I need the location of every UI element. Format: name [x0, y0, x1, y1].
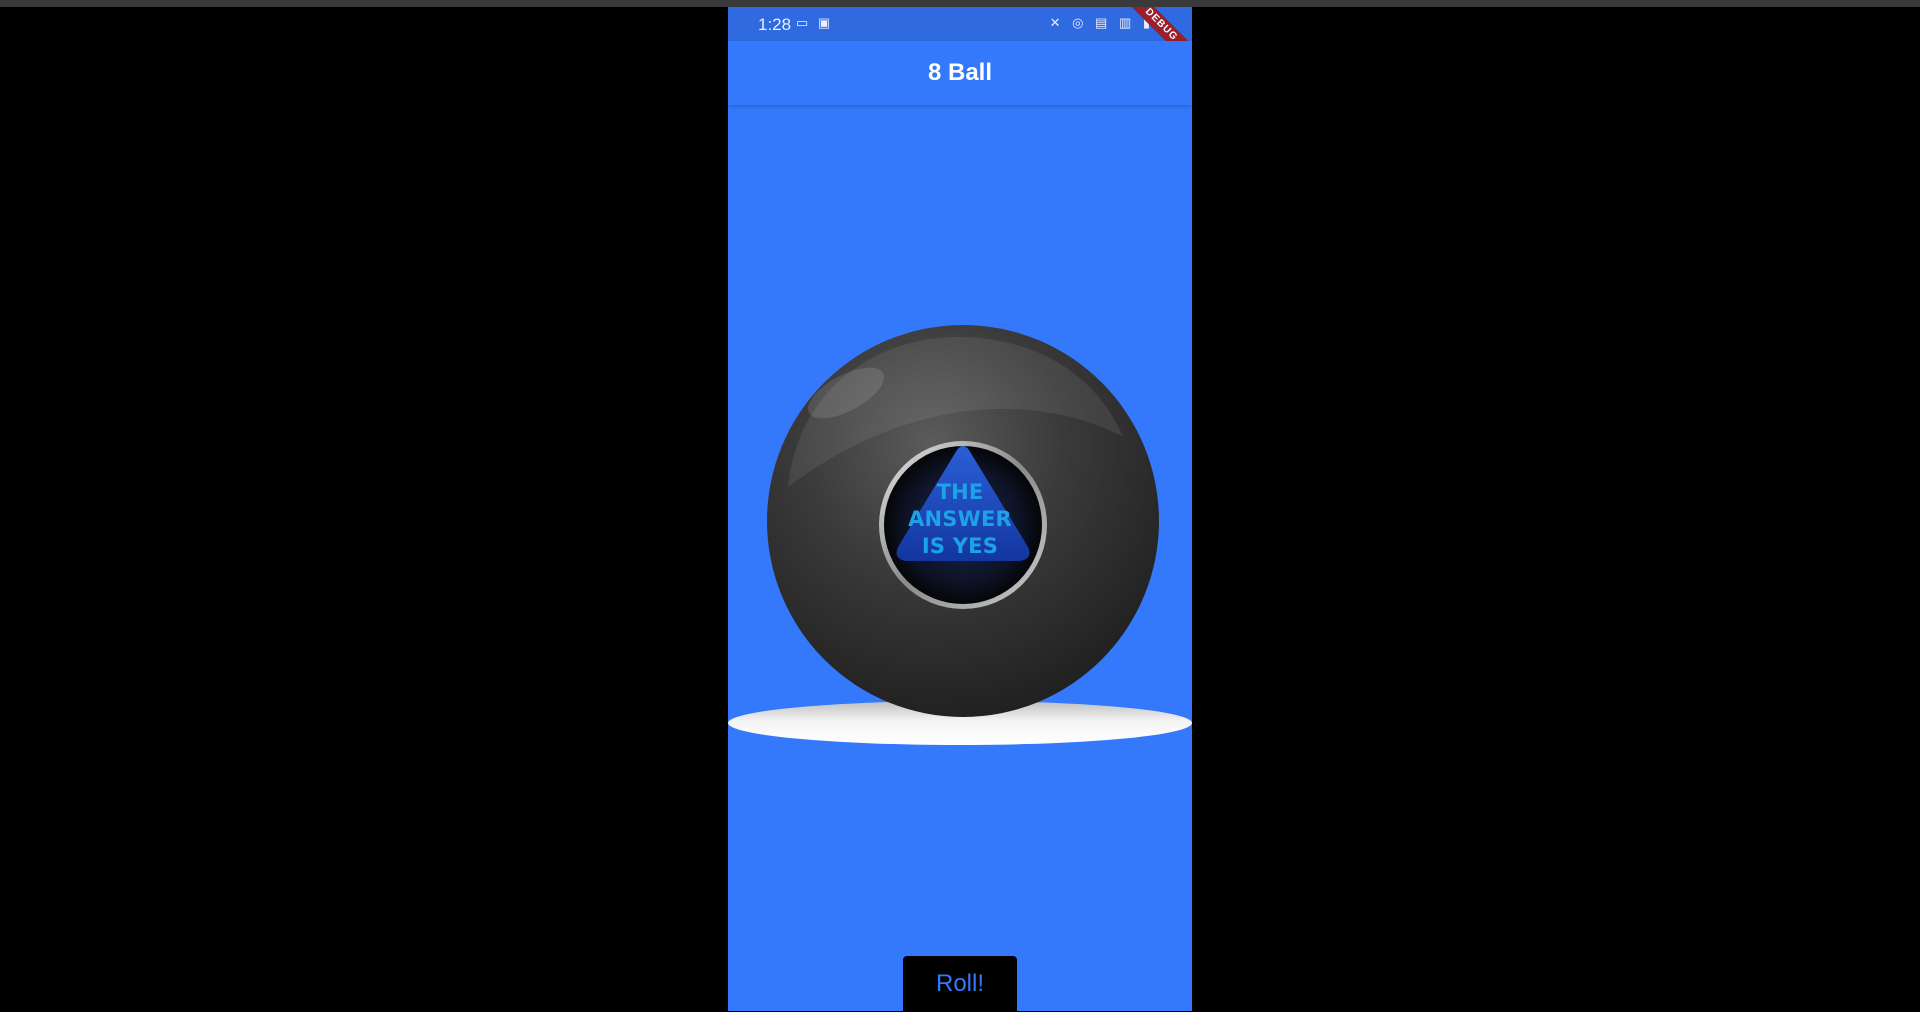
phone-screen: 1:28 ▭ ▣ ✕ ◎ ▤ ▥ ▮ DEBUG 8 Ball THE ANSW…	[728, 7, 1192, 1011]
system-status-icons: ✕ ◎ ▤ ▥ ▮	[1049, 15, 1154, 30]
answer-text: THE ANSWER IS YES	[890, 479, 1030, 560]
status-time: 1:28	[758, 15, 792, 34]
magic-8-ball: THE ANSWER IS YES	[728, 307, 1192, 747]
app-bar: 8 Ball	[728, 41, 1192, 105]
status-bar: 1:28 ▭ ▣ ✕ ◎ ▤ ▥ ▮	[728, 7, 1192, 41]
app-title: 8 Ball	[927, 59, 993, 86]
notification-icons: ▭ ▣	[796, 15, 834, 30]
answer-line-2: ANSWER	[908, 507, 1012, 531]
answer-line-3: IS YES	[921, 534, 999, 558]
answer-line-1: THE	[936, 480, 984, 504]
roll-button[interactable]: Roll!	[903, 956, 1017, 1011]
window-top-strip	[0, 0, 1920, 7]
